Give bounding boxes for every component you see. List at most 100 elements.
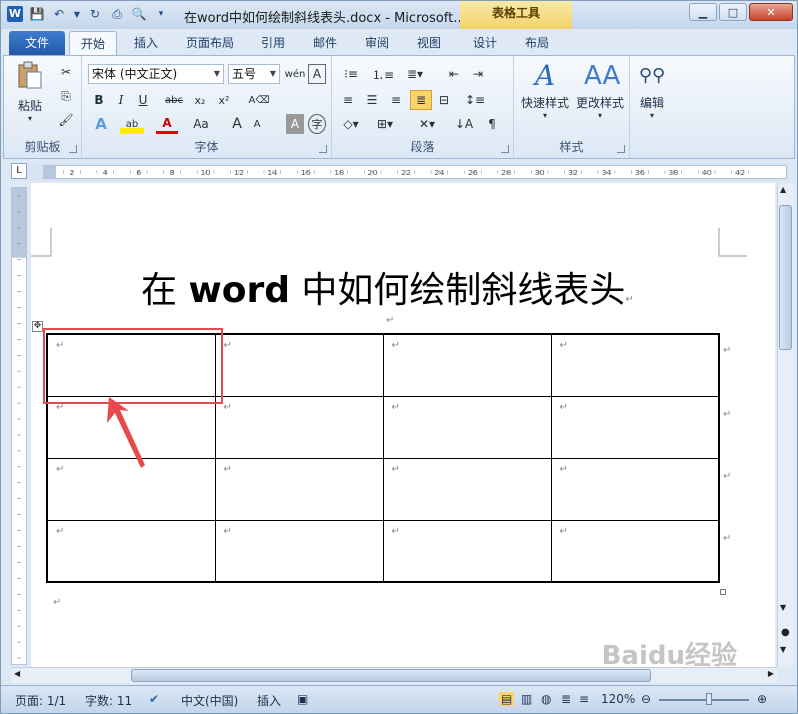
chevron-left-icon[interactable]: ◀ — [14, 669, 20, 678]
char-border-icon[interactable]: A — [308, 64, 326, 84]
minimize-button[interactable]: ▁ — [689, 3, 717, 21]
format-painter-icon[interactable]: 🖌 — [56, 110, 76, 130]
chevron-up-icon[interactable]: ▲ — [780, 185, 786, 194]
page-count[interactable]: 页面: 1/1 — [15, 692, 66, 709]
shading-icon[interactable]: ◇▾ — [338, 114, 364, 134]
tab-page-layout[interactable]: 页面布局 — [177, 31, 243, 55]
multilevel-list-icon[interactable]: ≣▾ — [402, 64, 428, 84]
superscript-button[interactable]: x² — [214, 90, 234, 110]
maximize-button[interactable]: □ — [719, 3, 747, 21]
change-styles-button[interactable]: AA 更改样式 ▾ — [572, 60, 628, 120]
table-move-handle-icon[interactable]: ✥ — [32, 321, 43, 332]
increase-indent-icon[interactable]: ⇥ — [468, 64, 488, 84]
document-page[interactable]: 在 word 中如何绘制斜线表头↵ ↵ ✥ ↵ ↵ ↵ ↵ ↵ ↵ ↵ ↵ ↵ … — [31, 183, 775, 667]
tab-review[interactable]: 审阅 — [355, 31, 399, 55]
table-cell[interactable]: ↵ — [382, 457, 552, 521]
align-left-icon[interactable]: ≡ — [338, 90, 358, 110]
tab-view[interactable]: 视图 — [407, 31, 451, 55]
tab-stop-selector[interactable]: L — [11, 163, 27, 179]
bullets-icon[interactable]: ⁝≡ — [338, 64, 364, 84]
table-cell[interactable]: ↵ — [214, 395, 384, 459]
table-cell[interactable]: ↵ — [550, 457, 720, 521]
phonetic-guide-icon[interactable]: wén — [284, 64, 306, 84]
editing-button[interactable]: ⚲⚲ 编辑 ▾ — [634, 60, 670, 120]
numbering-icon[interactable]: ⒈≡ — [370, 64, 396, 84]
table-cell[interactable]: ↵ — [550, 519, 720, 583]
quick-styles-button[interactable]: A 快速样式 ▾ — [518, 60, 572, 121]
dialog-launcher-icon[interactable] — [69, 145, 77, 153]
document-heading[interactable]: 在 word 中如何绘制斜线表头↵ — [141, 261, 634, 313]
dialog-launcher-icon[interactable] — [617, 145, 625, 153]
change-case-button[interactable]: Aa — [188, 114, 214, 134]
zoom-in-icon[interactable]: ⊕ — [757, 692, 767, 706]
chevron-right-icon[interactable]: ▶ — [768, 669, 774, 678]
italic-button[interactable]: I — [112, 90, 130, 110]
vertical-scrollbar[interactable]: ▲ ▼ ● ▼ — [777, 183, 793, 667]
text-effects-icon[interactable]: A — [90, 114, 112, 134]
paste-button[interactable]: 粘贴 ▾ — [10, 60, 50, 123]
print-preview-icon[interactable]: 🔍 — [131, 6, 147, 22]
bold-button[interactable]: B — [90, 90, 108, 110]
distributed-icon[interactable]: ⊟ — [434, 90, 454, 110]
customize-qat-icon[interactable]: ▾ — [153, 6, 169, 22]
zoom-slider[interactable] — [659, 699, 749, 701]
table-cell[interactable]: ↵ — [214, 333, 384, 397]
zoom-slider-handle[interactable] — [706, 693, 712, 705]
macro-record-icon[interactable]: ▣ — [297, 692, 308, 706]
web-layout-icon[interactable]: ◍ — [541, 692, 551, 706]
chevron-down-icon[interactable]: ▼ — [780, 603, 786, 612]
decrease-indent-icon[interactable]: ⇤ — [444, 64, 464, 84]
shrink-font-button[interactable]: A — [248, 114, 266, 134]
align-center-icon[interactable]: ☰ — [362, 90, 382, 110]
table-cell[interactable]: ↵ — [550, 395, 720, 459]
close-button[interactable]: ✕ — [749, 3, 793, 21]
insert-mode[interactable]: 插入 — [257, 692, 281, 709]
underline-button[interactable]: U — [134, 90, 152, 110]
table-cell[interactable]: ↵ — [214, 519, 384, 583]
borders-icon[interactable]: ⊞▾ — [372, 114, 398, 134]
tab-file[interactable]: 文件 — [9, 31, 65, 55]
vertical-scroll-thumb[interactable] — [779, 205, 792, 350]
word-app-icon[interactable]: W — [7, 6, 23, 22]
word-count[interactable]: 字数: 11 — [85, 692, 132, 709]
font-size-combo[interactable]: 五号 ▼ — [228, 64, 280, 84]
clear-format-icon[interactable]: A⌫ — [248, 90, 270, 110]
undo-icon[interactable]: ↶ — [51, 6, 67, 22]
font-color-icon[interactable]: A — [156, 114, 178, 134]
zoom-level[interactable]: 120% — [601, 692, 635, 706]
vertical-ruler[interactable] — [11, 187, 27, 665]
save-icon[interactable]: 💾 — [29, 6, 45, 22]
redo-icon[interactable]: ↻ — [87, 6, 103, 22]
tab-home[interactable]: 开始 — [69, 31, 117, 55]
horizontal-scroll-thumb[interactable] — [131, 669, 651, 682]
tab-design[interactable]: 设计 — [463, 31, 507, 55]
horizontal-ruler[interactable]: 2 4 6 8 10 12 14 16 18 20 22 24 26 28 30 32 34 36 38 40 42 — [43, 165, 787, 179]
char-shading-icon[interactable]: A — [286, 114, 304, 134]
draft-icon[interactable]: ≡ — [579, 692, 589, 706]
line-spacing-icon[interactable]: ↕≡ — [462, 90, 488, 110]
tab-mailings[interactable]: 邮件 — [303, 31, 347, 55]
show-marks-icon[interactable]: ¶ — [482, 114, 502, 134]
dialog-launcher-icon[interactable] — [501, 145, 509, 153]
full-screen-reading-icon[interactable]: ▥ — [521, 692, 532, 706]
table-cell[interactable]: ↵ — [550, 333, 720, 397]
font-name-combo[interactable]: 宋体 (中文正文) ▼ — [88, 64, 224, 84]
dialog-launcher-icon[interactable] — [319, 145, 327, 153]
subscript-button[interactable]: x₂ — [190, 90, 210, 110]
outline-icon[interactable]: ≣ — [561, 692, 571, 706]
tab-layout[interactable]: 布局 — [515, 31, 559, 55]
align-right-icon[interactable]: ≡ — [386, 90, 406, 110]
print-layout-icon[interactable]: ▤ — [499, 692, 515, 706]
justify-icon[interactable]: ≣ — [410, 90, 432, 110]
grow-font-button[interactable]: A — [228, 114, 246, 134]
proofing-icon[interactable]: ✔ — [149, 692, 159, 706]
language[interactable]: 中文(中国) — [181, 692, 238, 709]
table-cell[interactable]: ↵ — [46, 519, 216, 583]
tab-insert[interactable]: 插入 — [123, 31, 169, 55]
cut-icon[interactable]: ✂ — [56, 62, 76, 82]
next-page-icon[interactable]: ▼ — [780, 645, 786, 654]
enclosed-char-icon[interactable]: 字 — [308, 114, 326, 134]
chevron-down-icon[interactable]: ▼ — [73, 6, 81, 22]
tab-references[interactable]: 引用 — [251, 31, 295, 55]
print-icon[interactable]: ⎙ — [109, 6, 125, 22]
